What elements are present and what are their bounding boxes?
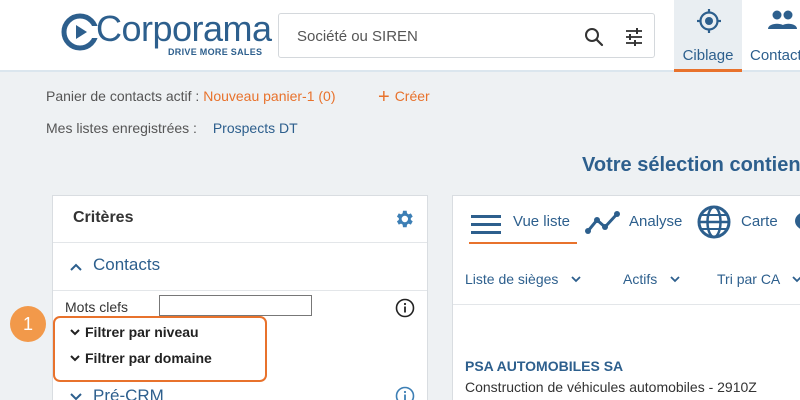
- tab-map[interactable]: Carte: [697, 205, 787, 244]
- dropdown-sort[interactable]: Tri par CA: [717, 271, 800, 287]
- people-icon: [768, 10, 797, 29]
- nav-tab-label: Ciblage: [682, 47, 734, 64]
- results-panel: Vue liste Analyse Carte Liste de sièges …: [452, 195, 800, 400]
- chevron-down-icon: [70, 393, 82, 400]
- top-header: Corporama DRIVE MORE SALES Ciblage: [0, 0, 800, 72]
- active-cart-link[interactable]: Nouveau panier-1 (0): [203, 88, 335, 104]
- info-icon[interactable]: [395, 298, 415, 318]
- search-icon[interactable]: [583, 26, 605, 48]
- precrm-section-toggle[interactable]: Pré-CRM: [53, 386, 427, 400]
- saved-lists-line: Mes listes enregistrées : Prospects DT: [46, 120, 298, 136]
- dropdown-label: Liste de sièges: [465, 271, 559, 287]
- cart-label: Panier de contacts actif :: [46, 88, 200, 104]
- logo-text: Corporama: [96, 8, 272, 49]
- step-badge: 1: [10, 306, 46, 342]
- filters-highlight-frame: [53, 316, 267, 382]
- plus-icon: +: [378, 86, 390, 108]
- search-input[interactable]: [297, 26, 577, 46]
- nav-tab-label: Contacts: [750, 47, 800, 64]
- tab-label: Vue liste: [513, 213, 570, 230]
- chevron-down-icon: [792, 276, 800, 283]
- dropdown-label: Actifs: [623, 271, 658, 287]
- keywords-label: Mots clefs: [65, 299, 129, 315]
- tab-label: Carte: [741, 213, 778, 230]
- company-activity: Construction de véhicules automobiles - …: [465, 379, 757, 395]
- selection-summary: Votre sélection contient: [582, 154, 800, 176]
- target-icon: [697, 9, 721, 33]
- criteria-title: Critères: [73, 209, 134, 226]
- logo-mark-icon: [61, 13, 100, 51]
- precrm-section-label: Pré-CRM: [93, 386, 164, 400]
- dropdown-headquarters[interactable]: Liste de sièges: [465, 271, 582, 287]
- nav-tab-ciblage[interactable]: Ciblage: [674, 0, 742, 72]
- tab-list-view[interactable]: Vue liste: [469, 210, 577, 244]
- divider: [453, 304, 800, 305]
- globe-icon: [697, 205, 731, 239]
- dropdown-status[interactable]: Actifs: [623, 271, 681, 287]
- contacts-section-label: Contacts: [93, 255, 161, 274]
- chevron-down-icon: [571, 276, 581, 283]
- company-name-link[interactable]: PSA AUTOMOBILES SA: [465, 358, 623, 374]
- tab-label: Analyse: [629, 213, 683, 230]
- chevron-up-icon: [70, 263, 82, 271]
- create-label: Créer: [394, 88, 430, 104]
- create-cart-button[interactable]: + Créer: [378, 87, 430, 107]
- tune-icon[interactable]: [623, 26, 645, 48]
- dropdown-label: Tri par CA: [717, 271, 780, 287]
- tab-analysis[interactable]: Analyse: [585, 210, 689, 244]
- chevron-down-icon: [670, 276, 680, 283]
- gear-icon[interactable]: [393, 208, 415, 230]
- list-icon: [471, 215, 501, 234]
- trend-line-icon: [585, 211, 620, 234]
- keywords-input[interactable]: [159, 295, 312, 316]
- criteria-header: Critères: [53, 196, 427, 243]
- corporama-logo[interactable]: Corporama DRIVE MORE SALES: [60, 8, 272, 64]
- logo-tagline: DRIVE MORE SALES: [168, 47, 263, 57]
- eye-icon[interactable]: [791, 208, 800, 234]
- company-search: [278, 13, 655, 58]
- nav-tab-contacts[interactable]: Contacts: [750, 0, 800, 72]
- active-cart-line: Panier de contacts actif : Nouveau panie…: [46, 88, 336, 104]
- saved-list-link[interactable]: Prospects DT: [213, 120, 298, 136]
- contacts-section-toggle[interactable]: Contacts: [53, 244, 427, 291]
- saved-lists-label: Mes listes enregistrées :: [46, 120, 197, 136]
- info-icon[interactable]: [395, 386, 415, 400]
